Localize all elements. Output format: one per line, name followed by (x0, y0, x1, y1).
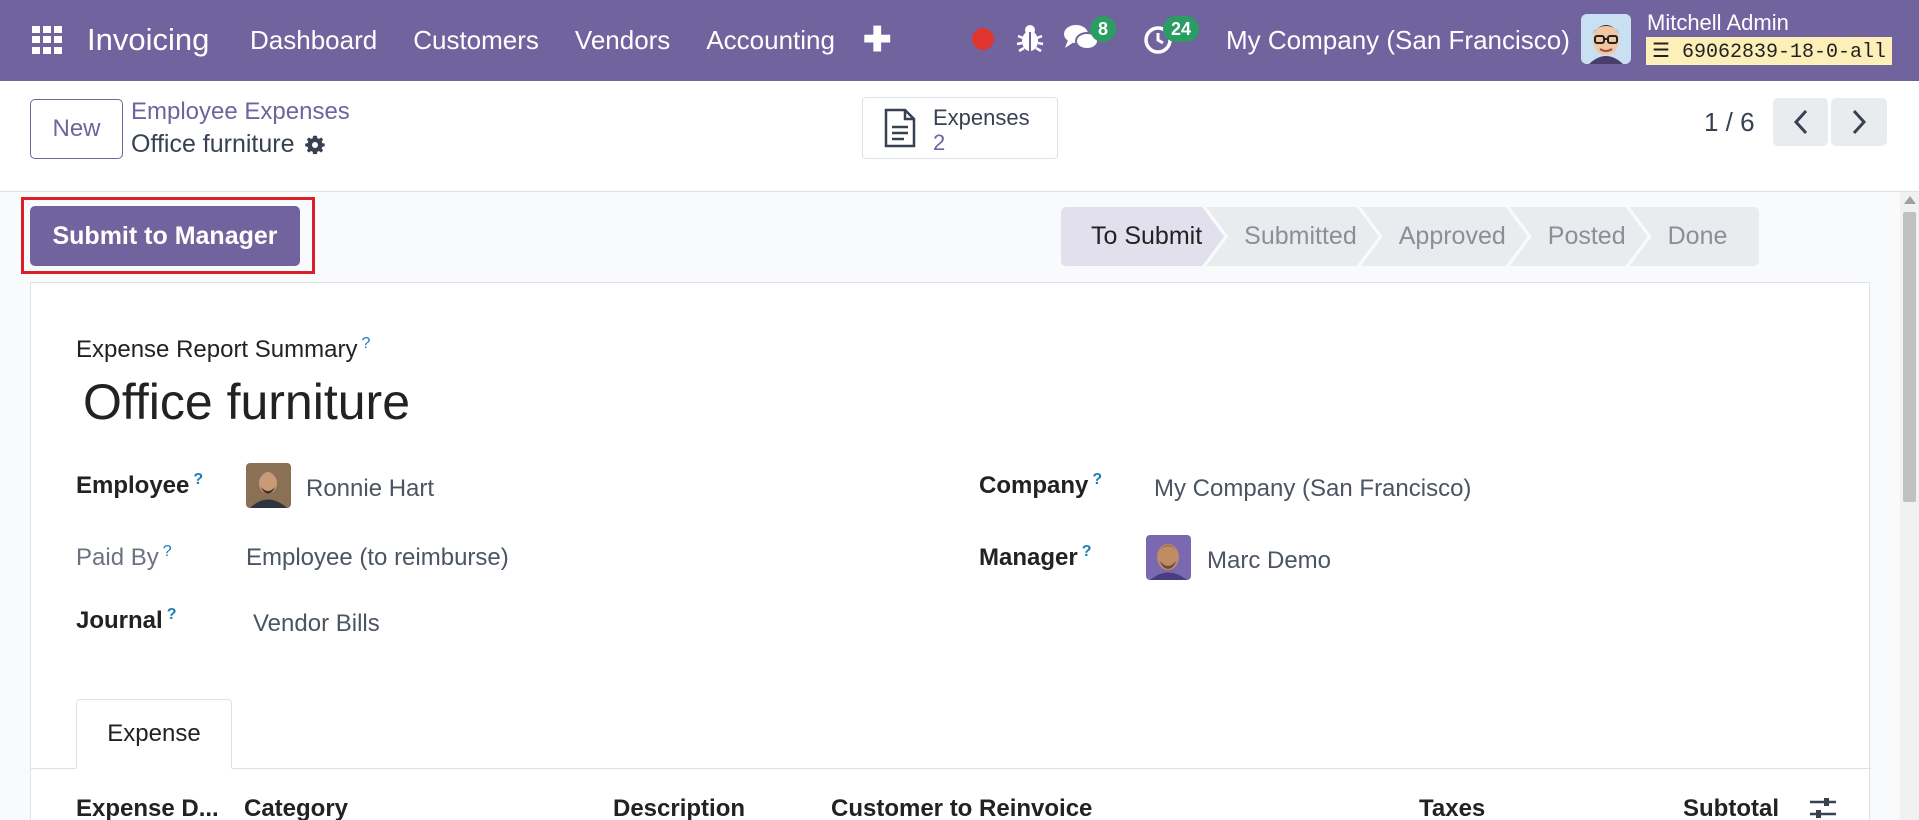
user-name[interactable]: Mitchell Admin (1647, 10, 1789, 36)
chevron-left-icon (1793, 109, 1807, 135)
user-avatar[interactable] (1581, 14, 1631, 64)
stage-to-submit[interactable]: To Submit (1061, 207, 1224, 266)
menu-vendors[interactable]: Vendors (575, 25, 670, 56)
journal-label: Journal? (76, 606, 176, 635)
gear-icon[interactable] (303, 133, 327, 157)
report-title[interactable]: Office furniture (83, 373, 410, 431)
database-name: 69062839-18-0-all (1681, 41, 1886, 64)
scroll-up-icon[interactable] (1904, 196, 1916, 204)
column-subtotal[interactable]: Subtotal (1683, 795, 1779, 820)
employee-value[interactable]: Ronnie Hart (306, 475, 434, 503)
menu-accounting[interactable]: Accounting (706, 25, 835, 56)
smart-button-value: 2 (933, 130, 946, 155)
manager-label-text: Manager (979, 544, 1078, 571)
manager-label: Manager? (979, 543, 1091, 572)
column-expense-date[interactable]: Expense D... (76, 795, 219, 820)
record-icon[interactable] (972, 28, 994, 50)
bug-icon[interactable] (1016, 22, 1044, 54)
top-navbar: Invoicing Dashboard Customers Vendors Ac… (0, 0, 1919, 81)
plus-icon[interactable]: ✚ (863, 20, 892, 60)
summary-label-text: Expense Report Summary (76, 336, 358, 363)
apps-grid-icon[interactable] (32, 26, 64, 54)
pager-next-button[interactable] (1831, 98, 1887, 146)
journal-value[interactable]: Vendor Bills (253, 610, 380, 638)
column-category[interactable]: Category (244, 795, 348, 820)
chevron-right-icon (1852, 109, 1867, 135)
stage-approved[interactable]: Approved (1361, 207, 1528, 266)
smart-button-label: Expenses (933, 105, 1030, 130)
menu-dashboard[interactable]: Dashboard (250, 25, 377, 56)
status-bar: To Submit Submitted Approved Posted Done (1061, 207, 1760, 266)
chat-count-badge: 8 (1090, 16, 1117, 42)
tab-expense[interactable]: Expense (76, 699, 232, 769)
help-icon[interactable]: ? (1092, 471, 1102, 488)
stage-posted[interactable]: Posted (1510, 207, 1648, 266)
control-panel: New Employee Expenses Office furniture E… (0, 81, 1919, 192)
column-settings-icon[interactable] (1808, 795, 1838, 820)
help-icon[interactable]: ? (1082, 543, 1092, 560)
paid-by-label: Paid By? (76, 543, 172, 572)
column-taxes[interactable]: Taxes (1419, 795, 1485, 820)
help-icon[interactable]: ? (361, 335, 370, 352)
paid-by-value[interactable]: Employee (to reimburse) (246, 544, 509, 572)
employee-label-text: Employee (76, 472, 190, 499)
activity-count-badge: 24 (1163, 16, 1200, 42)
company-value[interactable]: My Company (San Francisco) (1154, 475, 1471, 503)
breadcrumb-current: Office furniture (131, 130, 327, 159)
pager-previous-button[interactable] (1773, 98, 1829, 146)
help-icon[interactable]: ? (163, 543, 172, 560)
column-customer-to-reinvoice[interactable]: Customer to Reinvoice (831, 795, 1092, 820)
manager-value[interactable]: Marc Demo (1207, 547, 1331, 575)
column-description[interactable]: Description (613, 795, 745, 820)
scroll-thumb[interactable] (1903, 212, 1916, 502)
help-icon[interactable]: ? (193, 471, 203, 488)
app-name[interactable]: Invoicing (87, 22, 209, 58)
database-tag: ☰ 69062839-18-0-all (1646, 37, 1892, 65)
summary-label: Expense Report Summary? (76, 335, 370, 364)
stage-submitted[interactable]: Submitted (1206, 207, 1379, 266)
database-icon: ☰ (1652, 41, 1682, 64)
company-label: Company? (979, 471, 1102, 500)
expenses-smart-button[interactable]: Expenses 2 (862, 97, 1058, 159)
submit-to-manager-button[interactable]: Submit to Manager (30, 206, 300, 266)
main-menu: Dashboard Customers Vendors Accounting (250, 25, 871, 56)
form-area: Submit to Manager To Submit Submitted Ap… (0, 192, 1900, 820)
manager-avatar (1146, 535, 1191, 580)
breadcrumb-parent[interactable]: Employee Expenses (131, 98, 350, 126)
employee-avatar (246, 463, 291, 508)
paid-by-label-text: Paid By (76, 544, 159, 571)
stage-done[interactable]: Done (1629, 207, 1760, 266)
breadcrumb-current-label: Office furniture (131, 130, 295, 158)
tab-divider (31, 768, 1871, 769)
help-icon[interactable]: ? (167, 606, 177, 623)
scrollbar[interactable] (1900, 192, 1919, 820)
menu-customers[interactable]: Customers (413, 25, 539, 56)
journal-label-text: Journal (76, 607, 163, 634)
employee-label: Employee? (76, 471, 203, 500)
new-button[interactable]: New (30, 99, 123, 159)
form-sheet: Expense Report Summary? Office furniture… (30, 282, 1871, 820)
pager-value[interactable]: 1 / 6 (1704, 107, 1755, 138)
company-switcher[interactable]: My Company (San Francisco) (1226, 25, 1570, 56)
document-icon (884, 108, 916, 148)
company-label-text: Company (979, 472, 1089, 499)
